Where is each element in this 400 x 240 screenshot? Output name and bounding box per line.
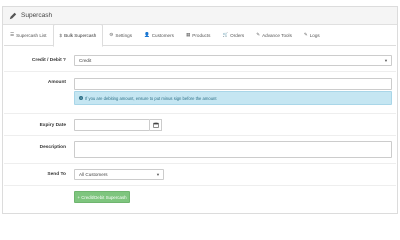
form-row-amount: Amount i If you are debiting amount, ens… [4,72,396,114]
credit-debit-select[interactable]: Credit ▼ [74,55,392,66]
amount-label: Amount [47,80,66,85]
tab-products[interactable]: ▦ Products [180,24,216,46]
amount-notice: If you are debiting amount, ensure to pu… [85,95,217,101]
form-row-expiry-date: Expiry Date [4,114,396,136]
tab-label: Products [192,32,211,38]
form-row-send-to: Send To All Customers ▼ [4,164,396,186]
calendar-button[interactable] [150,119,162,131]
tab-bulk-supercash[interactable]: $ Bulk Supercash [52,24,104,47]
caret-down-icon: ▼ [384,58,388,63]
pencil-icon [9,12,17,19]
credit-debit-value: Credit [79,58,92,63]
wrench-icon: ✎ [256,32,261,37]
panel-heading: Supercash [3,7,397,25]
list-icon: ☰ [10,32,15,37]
amount-info-alert: i If you are debiting amount, ensure to … [74,91,392,105]
amount-input[interactable] [74,78,392,90]
info-icon: i [79,96,83,100]
tab-advance-tools[interactable]: ✎ Advance Tools [250,24,298,46]
tab-orders[interactable]: 🛒 Orders [216,24,250,46]
tab-label: Customers [151,32,174,38]
dollar-icon: $ [59,33,63,38]
pencil-icon: ✎ [303,32,308,37]
credit-debit-submit-button[interactable]: + Credit/Debit Supercash [74,191,130,203]
tab-customers[interactable]: 👤 Customers [138,24,180,46]
tab-bar: ☰ Supercash List $ Bulk Supercash ⚙ Sett… [4,24,396,47]
page-title: Supercash [21,12,53,19]
credit-debit-label: Credit / Debit ? [31,58,66,63]
tab-label: Logs [309,32,320,38]
cart-icon: 🛒 [222,32,229,37]
send-to-label: Send To [47,172,66,177]
calendar-icon [152,122,159,128]
tab-logs[interactable]: ✎ Logs [298,24,326,46]
tab-supercash-list[interactable]: ☰ Supercash List [4,24,53,46]
tab-settings[interactable]: ⚙ Settings [103,24,138,46]
tab-label: Orders [230,32,245,38]
description-textarea[interactable] [74,141,392,158]
tab-label: Settings [115,32,132,38]
products-icon: ▦ [185,32,191,37]
gear-icon: ⚙ [109,32,114,37]
tab-label: Supercash List [16,32,47,38]
expiry-date-input[interactable] [74,119,150,131]
user-icon: 👤 [144,32,150,37]
expiry-date-label: Expiry Date [39,123,66,128]
form-row-description: Description [4,136,396,164]
send-to-select[interactable]: All Customers ▼ [74,169,164,180]
form-row-credit-debit: Credit / Debit ? Credit ▼ [4,50,396,72]
tab-label: Bulk Supercash [64,33,97,38]
description-label: Description [39,145,66,150]
tab-label: Advance Tools [262,32,292,38]
send-to-value: All Customers [79,172,108,177]
caret-down-icon: ▼ [156,172,160,177]
